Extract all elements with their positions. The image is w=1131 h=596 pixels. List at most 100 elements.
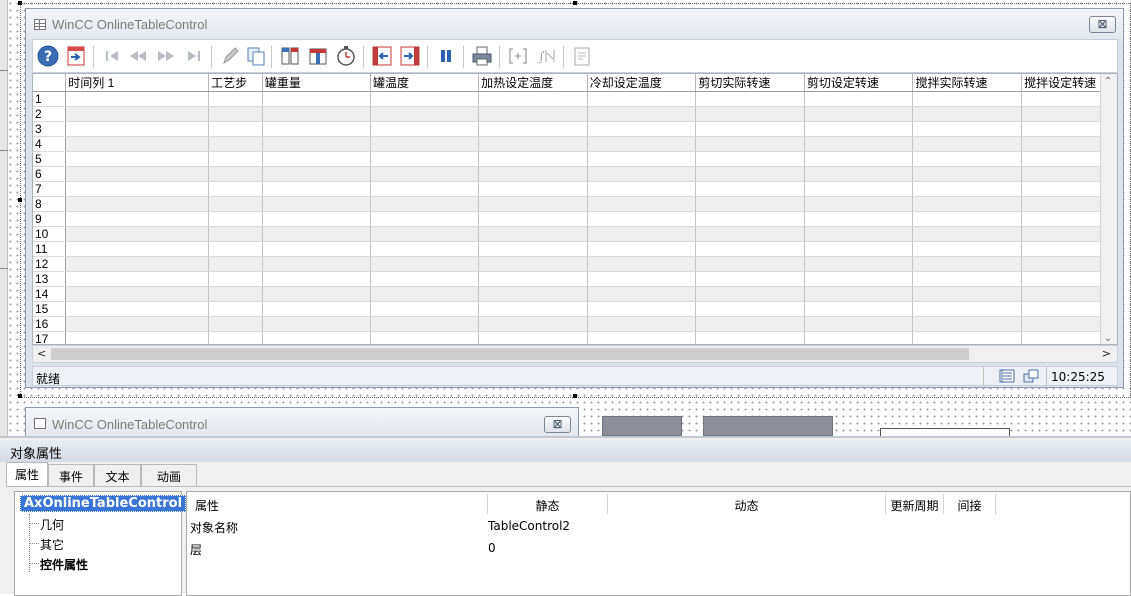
row-number[interactable]: 8 [33,196,67,212]
table-cell[interactable] [587,241,697,257]
table-cell[interactable] [587,181,697,197]
table-cell[interactable] [804,136,914,152]
corner-cell[interactable] [33,74,67,92]
table-row[interactable]: 17 [33,331,1117,344]
tree-item-geometry[interactable]: 几何 [40,516,64,533]
table-cell[interactable] [912,181,1023,197]
table-cell[interactable] [478,331,588,344]
tab-texts[interactable]: 文本 [94,464,141,486]
table-cell[interactable] [804,91,914,107]
define-statistics-area-icon[interactable] [507,45,529,67]
table-cell[interactable] [695,331,805,344]
column-header[interactable]: 罐重量 [262,74,372,92]
table-cell[interactable] [1021,106,1112,122]
column-header-update-cycle[interactable]: 更新周期 [886,494,944,514]
table-row[interactable]: 8 [33,196,1117,212]
table-cell[interactable] [1021,316,1112,332]
table-cell[interactable] [208,256,263,272]
table-cell[interactable] [1021,196,1112,212]
table-cell[interactable] [912,226,1023,242]
table-cell[interactable] [262,271,372,287]
table-row[interactable]: 16 [33,316,1117,332]
table-cell[interactable] [912,316,1023,332]
table-cell[interactable] [208,106,263,122]
row-number[interactable]: 10 [33,226,67,242]
table-cell[interactable] [370,106,480,122]
table-cell[interactable] [804,316,914,332]
table-cell[interactable] [262,316,372,332]
table-cell[interactable] [695,121,805,137]
table-cell[interactable] [912,331,1023,344]
table-cell[interactable] [65,181,210,197]
table-cell[interactable] [1021,256,1112,272]
table-cell[interactable] [262,226,372,242]
table-row[interactable]: 14 [33,286,1117,302]
table-cell[interactable] [262,91,372,107]
horizontal-scrollbar[interactable]: < > [32,345,1118,363]
column-header-static[interactable]: 静态 [488,494,608,514]
table-cell[interactable] [208,151,263,167]
resize-handle[interactable] [18,1,22,5]
table-cell[interactable] [65,151,210,167]
table-cell[interactable] [912,136,1023,152]
table-cell[interactable] [695,151,805,167]
table-cell[interactable] [587,286,697,302]
row-number[interactable]: 6 [33,166,67,182]
table-cell[interactable] [65,121,210,137]
column-header[interactable]: 冷却设定温度 [587,74,697,92]
row-number[interactable]: 13 [33,271,67,287]
column-header[interactable]: 剪切设定转速 [804,74,914,92]
table-cell[interactable] [695,166,805,182]
tree-item-control-properties[interactable]: 控件属性 [40,556,88,573]
table-cell[interactable] [370,196,480,212]
first-record-icon[interactable] [101,45,123,67]
tree-item-other[interactable]: 其它 [40,536,64,553]
column-header[interactable]: 时间列 1 [65,74,210,92]
table-cell[interactable] [65,286,210,302]
row-number[interactable]: 4 [33,136,67,152]
resize-handle[interactable] [18,394,22,398]
table-row[interactable]: 15 [33,301,1117,317]
row-number[interactable]: 1 [33,91,67,107]
table-cell[interactable] [695,316,805,332]
table-cell[interactable] [912,301,1023,317]
table-cell[interactable] [262,286,372,302]
table-cell[interactable] [912,286,1023,302]
table-cell[interactable] [262,196,372,212]
table-row[interactable]: 12 [33,256,1117,272]
tab-animation[interactable]: 动画 [141,464,197,486]
table-cell[interactable] [65,271,210,287]
table-cell[interactable] [262,241,372,257]
column-header[interactable]: 罐温度 [370,74,480,92]
table-cell[interactable] [695,136,805,152]
row-number[interactable]: 9 [33,211,67,227]
table-cell[interactable] [695,241,805,257]
table-cell[interactable] [695,286,805,302]
property-static-value[interactable]: 0 [488,541,496,555]
canvas-button-object[interactable] [602,416,682,436]
table-cell[interactable] [370,256,480,272]
calculate-statistics-icon[interactable]: ∫ [535,45,557,67]
resize-handle[interactable] [573,1,577,5]
select-data-connection-icon[interactable] [279,45,301,67]
table-cell[interactable] [478,151,588,167]
table-cell[interactable] [804,211,914,227]
table-cell[interactable] [208,301,263,317]
table-view-icon[interactable] [999,369,1015,383]
previous-icon[interactable] [127,45,149,67]
table-cell[interactable] [478,271,588,287]
column-header[interactable]: 剪切实际转速 [695,74,805,92]
table-cell[interactable] [695,181,805,197]
table-cell[interactable] [478,256,588,272]
second-table-control-window[interactable]: WinCC OnlineTableControl ⊠ [25,407,579,436]
resize-handle[interactable] [573,394,577,398]
table-cell[interactable] [208,316,263,332]
last-record-icon[interactable] [183,45,205,67]
table-cell[interactable] [912,271,1023,287]
scroll-right-icon[interactable]: > [1102,347,1111,360]
table-cell[interactable] [370,316,480,332]
table-cell[interactable] [912,151,1023,167]
row-number[interactable]: 11 [33,241,67,257]
next-icon[interactable] [155,45,177,67]
table-cell[interactable] [587,316,697,332]
